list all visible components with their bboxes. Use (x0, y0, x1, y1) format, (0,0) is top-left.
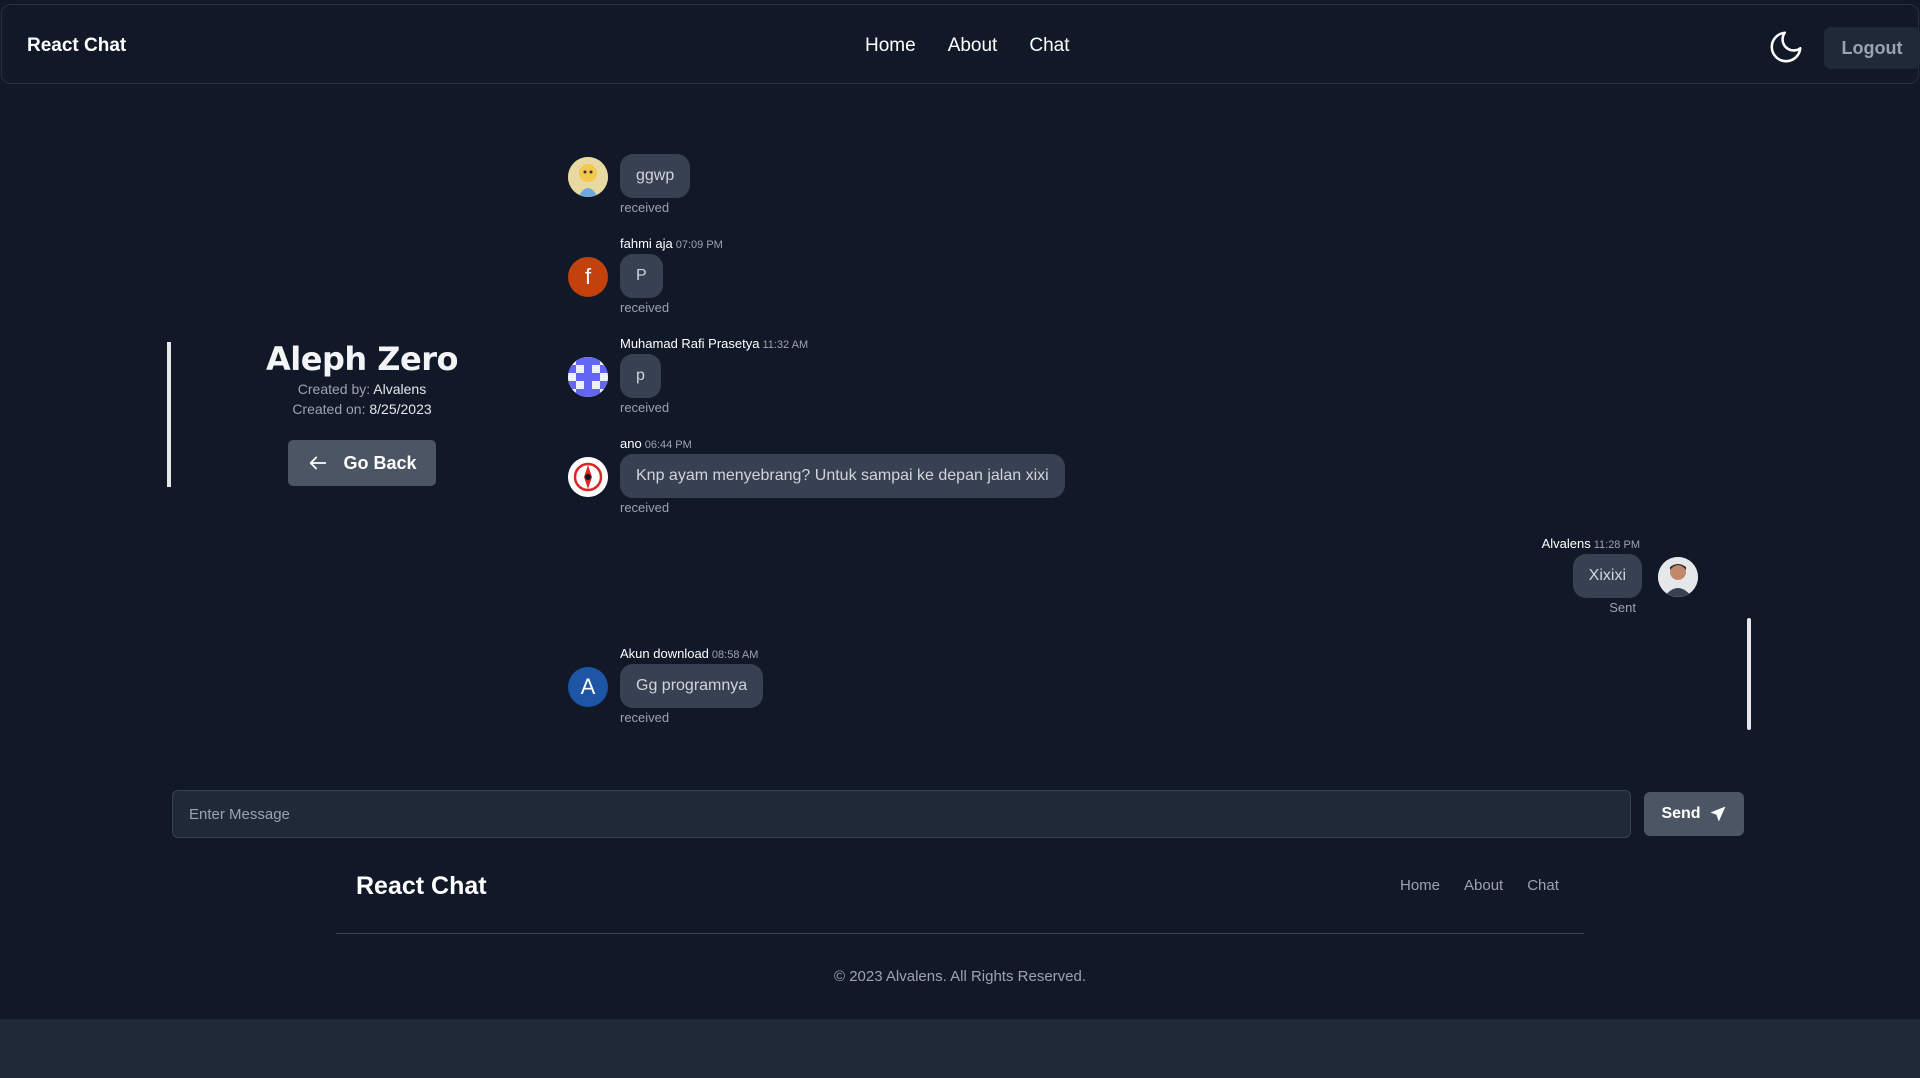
message-time: 08:58 AM (711, 649, 759, 661)
created-on-label: Created on: (292, 401, 366, 417)
sender-name: fahmi aja (620, 236, 673, 251)
moon-icon[interactable] (1767, 28, 1805, 66)
nav-links: Home About Chat (865, 35, 1069, 57)
message-status: received (620, 500, 670, 515)
message-bubble: Gg programnya (620, 664, 764, 708)
message-time: 11:32 AM (762, 339, 809, 351)
photo-avatar-icon (1658, 557, 1698, 597)
message-status: received (620, 710, 670, 725)
footer-brand[interactable]: React Chat (356, 872, 487, 901)
top-navbar: React Chat Home About Chat Logout (1, 4, 1920, 84)
go-back-button[interactable]: Go Back (288, 440, 436, 486)
go-back-label: Go Back (343, 452, 417, 473)
message-sender: fahmi aja 07:09 PM (620, 236, 723, 251)
arrow-left-icon (310, 456, 327, 470)
paper-plane-icon (1710, 806, 1726, 822)
message-input[interactable] (172, 790, 1631, 838)
message-sender (620, 146, 623, 151)
room-title: Aleph Zero (266, 340, 458, 378)
message-status: received (620, 200, 670, 215)
brand-logo[interactable]: React Chat (27, 35, 126, 57)
message-status: Sent (1609, 600, 1636, 615)
created-by-value: Alvalens (373, 381, 427, 397)
message-bubble: p (620, 354, 661, 398)
footer-divider (336, 933, 1584, 934)
message-time: 06:44 PM (644, 439, 692, 451)
message-status: received (620, 300, 670, 315)
avatar: f (568, 257, 608, 297)
footer-link-about[interactable]: About (1464, 877, 1503, 894)
send-label: Send (1661, 805, 1701, 822)
sender-name: Akun download (620, 646, 709, 661)
copyright-text: © 2023 Alvalens. All Rights Reserved. (833, 968, 1087, 985)
footer-links: Home About Chat (1400, 877, 1559, 894)
message-status: received (620, 400, 670, 415)
message-bubble: P (620, 254, 663, 298)
message-time: 11:28 PM (1593, 539, 1640, 551)
message-bubble: ggwp (620, 154, 691, 198)
nav-link-home[interactable]: Home (865, 35, 916, 57)
cartoon-avatar-icon (568, 157, 608, 197)
logout-button[interactable]: Logout (1824, 27, 1920, 69)
message-sender: ano 06:44 PM (620, 436, 692, 451)
nav-link-chat[interactable]: Chat (1029, 35, 1069, 57)
message-bubble: Xixixi (1572, 554, 1642, 598)
message-sender: Akun download 08:58 AM (620, 646, 758, 661)
sender-name: ano (620, 436, 642, 451)
chat-messages-list[interactable]: ggwp received f fahmi aja 07:09 PM P rece… (560, 146, 1760, 736)
created-by-label: Created by: (297, 381, 371, 397)
footer-link-chat[interactable]: Chat (1527, 877, 1559, 894)
footer-link-home[interactable]: Home (1400, 877, 1440, 894)
message-sender: Muhamad Rafi Prasetya 11:32 AM (620, 336, 808, 351)
nav-link-about[interactable]: About (948, 35, 998, 57)
sender-name: Alvalens (1541, 536, 1591, 551)
avatar: A (568, 667, 608, 707)
created-on-value: 8/25/2023 (369, 401, 432, 417)
send-button[interactable]: Send (1644, 792, 1744, 836)
room-created-by: Created by: Alvalens (240, 381, 484, 397)
chat-scrollbar[interactable] (1747, 618, 1751, 730)
room-info-accent-bar (167, 342, 171, 487)
message-sender: Alvalens 11:28 PM (1542, 536, 1640, 551)
emblem-avatar-icon (568, 457, 608, 497)
room-created-on: Created on: 8/25/2023 (240, 401, 484, 417)
page-bottom-strip (0, 1019, 1920, 1078)
message-bubble: Knp ayam menyebrang? Untuk sampai ke dep… (620, 454, 1065, 498)
pattern-avatar-icon (568, 357, 608, 397)
sender-name: Muhamad Rafi Prasetya (620, 336, 760, 351)
message-time: 07:09 PM (675, 239, 723, 251)
